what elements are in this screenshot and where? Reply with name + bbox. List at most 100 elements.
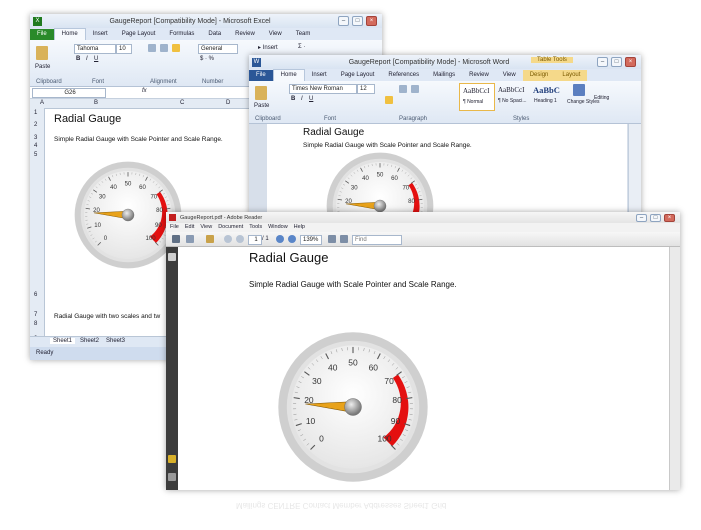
fx-icon[interactable]: fx xyxy=(142,88,147,94)
prev-page-icon[interactable] xyxy=(224,235,232,243)
underline-icon[interactable]: U xyxy=(94,56,98,62)
paste-icon[interactable] xyxy=(255,86,267,100)
number-format-box[interactable]: General xyxy=(198,44,238,54)
tab-view[interactable]: View xyxy=(496,70,523,81)
change-styles-icon[interactable] xyxy=(573,84,585,96)
email-icon[interactable] xyxy=(186,235,194,243)
sheet-tab-3[interactable]: Sheet3 xyxy=(106,338,125,344)
font-size-box[interactable]: 10 xyxy=(116,44,132,54)
menu-file[interactable]: File xyxy=(170,223,179,232)
row-header-5[interactable]: 5 xyxy=(34,152,37,158)
align-middle-icon[interactable] xyxy=(160,44,168,52)
attachments-icon[interactable] xyxy=(168,473,176,481)
tab-team[interactable]: Team xyxy=(289,29,318,40)
tab-design[interactable]: Design xyxy=(522,70,556,81)
menu-document[interactable]: Document xyxy=(218,223,243,232)
name-box[interactable]: G26 xyxy=(32,88,106,98)
print-icon[interactable] xyxy=(172,235,180,243)
menu-view[interactable]: View xyxy=(200,223,212,232)
autosum-icon[interactable]: Σ · xyxy=(298,44,305,50)
tab-file[interactable]: File xyxy=(30,29,54,40)
fit-page-icon[interactable] xyxy=(328,235,336,243)
next-page-icon[interactable] xyxy=(236,235,244,243)
paste-label[interactable]: Paste xyxy=(35,64,50,70)
find-box[interactable]: Find xyxy=(352,235,402,245)
fit-width-icon[interactable] xyxy=(340,235,348,243)
maximize-icon[interactable]: □ xyxy=(650,213,661,222)
maximize-icon[interactable]: □ xyxy=(611,57,622,67)
insert-cells-button[interactable]: ▸ Insert xyxy=(258,44,278,51)
row-header-6[interactable]: 6 xyxy=(34,292,37,298)
style-no-spacing[interactable]: AaBbCcI ¶ No Spaci... xyxy=(495,83,529,109)
menu-window[interactable]: Window xyxy=(268,223,288,232)
tab-home[interactable]: Home xyxy=(272,69,305,81)
share-icon[interactable] xyxy=(206,235,214,243)
paste-icon[interactable] xyxy=(36,46,48,60)
gauge-tick-label: 40 xyxy=(328,362,338,372)
reader-gauge: 010203040 50 60708090100 xyxy=(278,332,428,482)
col-header-d[interactable]: D xyxy=(226,100,230,106)
tab-references[interactable]: References xyxy=(381,70,426,81)
menu-edit[interactable]: Edit xyxy=(185,223,194,232)
tab-page-layout[interactable]: Page Layout xyxy=(115,29,163,40)
underline-icon[interactable]: U xyxy=(309,96,313,102)
tab-formulas[interactable]: Formulas xyxy=(162,29,201,40)
tab-layout[interactable]: Layout xyxy=(555,70,588,81)
reader-scrollbar[interactable] xyxy=(669,247,680,490)
menu-help[interactable]: Help xyxy=(294,223,305,232)
minimize-icon[interactable]: – xyxy=(338,16,349,26)
close-icon[interactable]: × xyxy=(625,57,636,67)
italic-icon[interactable]: I xyxy=(86,56,88,62)
maximize-icon[interactable]: □ xyxy=(352,16,363,26)
style-heading-1[interactable]: AaBbC Heading 1 xyxy=(531,83,565,109)
row-header-1[interactable]: 1 xyxy=(34,110,37,116)
pages-panel-icon[interactable] xyxy=(168,253,176,261)
paste-label[interactable]: Paste xyxy=(254,103,269,109)
row-header-2[interactable]: 2 xyxy=(34,122,37,128)
row-header-4[interactable]: 4 xyxy=(34,143,37,149)
row-header-3[interactable]: 3 xyxy=(34,135,37,141)
tab-data[interactable]: Data xyxy=(201,29,228,40)
bold-icon[interactable]: B xyxy=(291,96,295,102)
sheet-tab-1[interactable]: Sheet1 xyxy=(50,338,76,344)
tab-view[interactable]: View xyxy=(262,29,289,40)
col-header-c[interactable]: C xyxy=(180,100,184,106)
tab-file[interactable]: File xyxy=(249,70,273,81)
tab-review[interactable]: Review xyxy=(228,29,262,40)
bullets-icon[interactable] xyxy=(399,85,407,93)
font-size-box[interactable]: 12 xyxy=(357,84,375,94)
tab-mailings[interactable]: Mailings xyxy=(426,70,462,81)
numbering-icon[interactable] xyxy=(411,85,419,93)
tab-page-layout[interactable]: Page Layout xyxy=(334,70,382,81)
row-header-8[interactable]: 8 xyxy=(34,321,37,327)
bold-icon[interactable]: B xyxy=(76,56,80,62)
comments-icon[interactable] xyxy=(168,455,176,463)
font-name-box[interactable]: Times New Roman xyxy=(289,84,357,94)
tab-insert[interactable]: Insert xyxy=(305,70,334,81)
col-header-b[interactable]: B xyxy=(94,100,98,106)
zoom-out-icon[interactable] xyxy=(276,235,284,243)
tab-insert[interactable]: Insert xyxy=(86,29,115,40)
minimize-icon[interactable]: – xyxy=(636,213,647,222)
editing-label[interactable]: Editing xyxy=(594,95,609,101)
close-icon[interactable]: × xyxy=(366,16,377,26)
align-top-icon[interactable] xyxy=(148,44,156,52)
zoom-level-box[interactable]: 139% xyxy=(300,235,322,245)
wrap-text-icon[interactable] xyxy=(172,44,180,52)
sheet-tab-2[interactable]: Sheet2 xyxy=(80,338,99,344)
font-name-box[interactable]: Tahoma xyxy=(74,44,116,54)
minimize-icon[interactable]: – xyxy=(597,57,608,67)
page-number-input[interactable]: 1 xyxy=(248,235,262,245)
menu-tools[interactable]: Tools xyxy=(249,223,262,232)
row-header-7[interactable]: 7 xyxy=(34,312,37,318)
zoom-in-icon[interactable] xyxy=(288,235,296,243)
style-normal[interactable]: AaBbCcI ¶ Normal xyxy=(459,83,495,111)
tab-home[interactable]: Home xyxy=(53,28,86,40)
align-left-icon[interactable] xyxy=(385,96,393,104)
currency-icon[interactable]: $ · % xyxy=(200,56,214,62)
word-scrollbar[interactable] xyxy=(628,124,641,225)
col-header-a[interactable]: A xyxy=(40,100,44,106)
italic-icon[interactable]: I xyxy=(301,96,303,102)
close-icon[interactable]: × xyxy=(664,213,675,222)
tab-review[interactable]: Review xyxy=(462,70,496,81)
